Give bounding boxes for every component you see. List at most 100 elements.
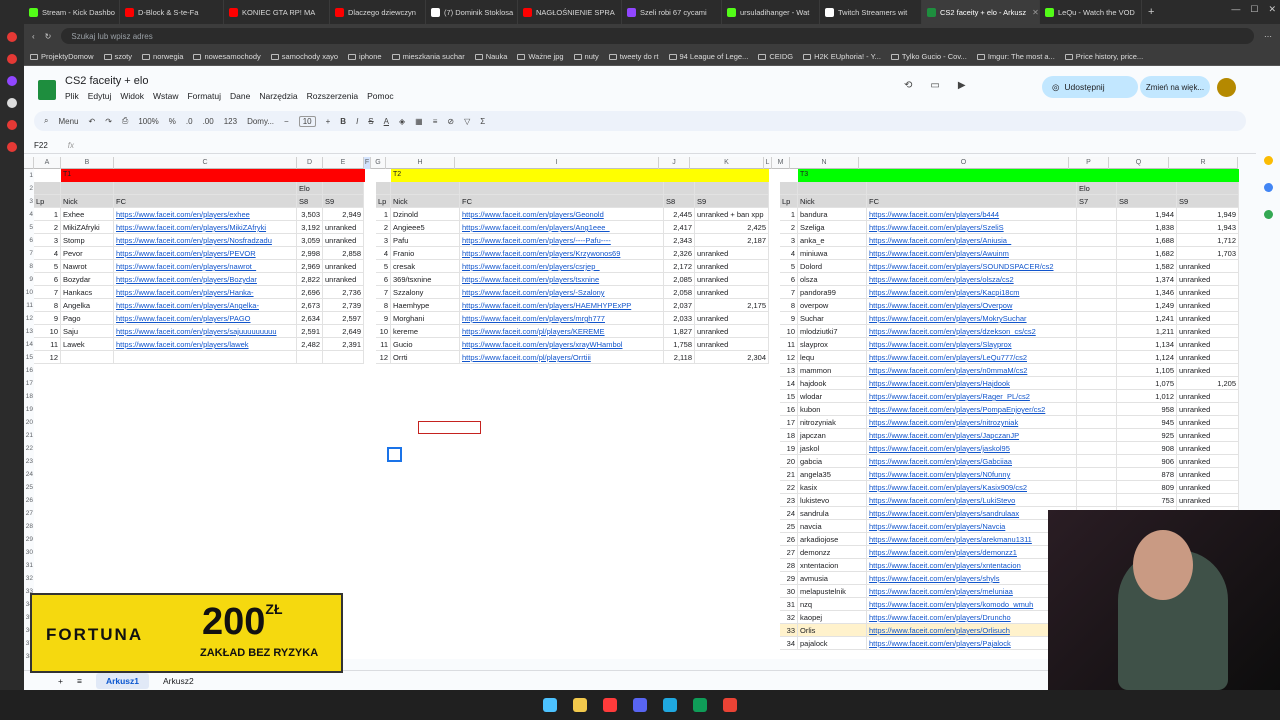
sidebar-app-icon[interactable] — [7, 120, 17, 130]
row-header[interactable]: 24 — [24, 468, 34, 481]
s9-cell[interactable]: 2,304 — [695, 351, 769, 364]
s9-cell[interactable]: 1,949 — [1177, 208, 1239, 221]
column-header[interactable]: M — [772, 157, 790, 169]
header-elo[interactable]: Elo — [297, 182, 323, 195]
browser-tab[interactable]: Twitch Streamers wit — [820, 0, 922, 24]
s8-cell[interactable]: 2,822 — [297, 273, 323, 286]
row-header[interactable]: 10 — [24, 286, 34, 299]
s8-cell[interactable]: 3,503 — [297, 208, 323, 221]
nick-cell[interactable]: kubon — [798, 403, 867, 416]
faceit-link[interactable]: https://www.faceit.com/en/players/PEVOR — [114, 247, 297, 260]
lp-cell[interactable]: 16 — [780, 403, 798, 416]
s7-cell[interactable] — [1077, 325, 1117, 338]
s8-cell[interactable]: 908 — [1117, 442, 1177, 455]
header-s9[interactable]: S9 — [695, 195, 769, 208]
lp-cell[interactable]: 17 — [780, 416, 798, 429]
text-color-button[interactable]: A — [384, 117, 389, 126]
row-header[interactable]: 1 — [24, 169, 34, 182]
row-header[interactable]: 16 — [24, 364, 34, 377]
s8-cell[interactable]: 2,343 — [664, 234, 695, 247]
avatar[interactable] — [1217, 78, 1236, 97]
faceit-link[interactable]: https://www.faceit.com/en/players/nawrot… — [114, 260, 297, 273]
x-icon[interactable] — [7, 98, 17, 108]
column-header[interactable]: K — [690, 157, 764, 169]
s9-cell[interactable]: unranked — [1177, 260, 1239, 273]
header-cell[interactable] — [1177, 182, 1239, 195]
nick-cell[interactable] — [61, 351, 114, 364]
header-cell[interactable] — [460, 182, 664, 195]
lp-cell[interactable]: 11 — [34, 338, 61, 351]
history-icon[interactable]: ⟲ — [904, 80, 912, 91]
s7-cell[interactable] — [1077, 455, 1117, 468]
header-cell[interactable] — [798, 182, 867, 195]
column-header[interactable]: J — [659, 157, 690, 169]
sheet-tab-arkusz2[interactable]: Arkusz2 — [163, 676, 194, 686]
s8-cell[interactable]: 1,688 — [1117, 234, 1177, 247]
maps-icon[interactable] — [1263, 210, 1273, 219]
row-header[interactable]: 32 — [24, 572, 34, 585]
nick-cell[interactable]: nzq — [798, 598, 867, 611]
s8-cell[interactable]: 2,417 — [664, 221, 695, 234]
column-header[interactable]: Q — [1109, 157, 1169, 169]
s9-cell[interactable]: unranked — [695, 312, 769, 325]
filter-icon[interactable]: ▽ — [464, 117, 470, 126]
s9-cell[interactable]: 2,391 — [323, 338, 364, 351]
lp-cell[interactable]: 10 — [780, 325, 798, 338]
header-nick[interactable]: Nick — [391, 195, 460, 208]
s7-cell[interactable] — [1077, 338, 1117, 351]
s7-cell[interactable] — [1077, 299, 1117, 312]
row-header[interactable]: 23 — [24, 455, 34, 468]
faceit-link[interactable]: https://www.faceit.com/en/players/xntent… — [867, 559, 1077, 572]
nick-cell[interactable]: arkadiojose — [798, 533, 867, 546]
menu-item[interactable]: Wstaw — [153, 91, 179, 101]
menu-item[interactable]: Plik — [65, 91, 79, 101]
nick-cell[interactable]: Lawek — [61, 338, 114, 351]
s7-cell[interactable] — [1077, 390, 1117, 403]
faceit-link[interactable]: https://www.faceit.com/en/players/csrjep… — [460, 260, 664, 273]
s8-cell[interactable]: 1,249 — [1117, 299, 1177, 312]
s8-cell[interactable]: 2,118 — [664, 351, 695, 364]
lp-cell[interactable]: 6 — [376, 273, 391, 286]
font-size-input[interactable]: 10 — [298, 115, 316, 127]
s9-cell[interactable]: unranked — [323, 260, 364, 273]
start-icon[interactable] — [543, 698, 557, 712]
nick-cell[interactable]: Orlis — [798, 624, 867, 637]
nick-cell[interactable]: avmusia — [798, 572, 867, 585]
s9-cell[interactable]: unranked — [1177, 429, 1239, 442]
faceit-link[interactable]: https://www.faceit.com/en/players/Kacpi1… — [867, 286, 1077, 299]
lp-cell[interactable]: 23 — [780, 494, 798, 507]
header-cell[interactable] — [695, 182, 769, 195]
browser-tab[interactable]: CS2 faceity + elo - Arkusz ✕ — [922, 0, 1040, 24]
nick-cell[interactable]: angela35 — [798, 468, 867, 481]
bookmark-item[interactable]: tweety do rt — [608, 52, 659, 61]
s8-cell[interactable]: 2,172 — [664, 260, 695, 273]
lp-cell[interactable]: 4 — [376, 247, 391, 260]
row-header[interactable]: 14 — [24, 338, 34, 351]
s8-cell[interactable]: 1,211 — [1117, 325, 1177, 338]
faceit-link[interactable]: https://www.faceit.com/en/players/Hanka- — [114, 286, 297, 299]
files-icon[interactable] — [573, 698, 587, 712]
header-nick[interactable]: Nick — [798, 195, 867, 208]
faceit-link[interactable]: https://www.faceit.com/en/players/Orlisu… — [867, 624, 1077, 637]
s9-cell[interactable]: 2,739 — [323, 299, 364, 312]
column-header[interactable]: P — [1069, 157, 1109, 169]
lp-cell[interactable]: 1 — [780, 208, 798, 221]
lp-cell[interactable]: 27 — [780, 546, 798, 559]
s9-cell[interactable]: unranked + ban xpp — [695, 208, 769, 221]
faceit-link[interactable]: https://www.faceit.com/en/players/shyls — [867, 572, 1077, 585]
link-icon[interactable]: ⊘ — [447, 117, 454, 126]
italic-button[interactable]: I — [356, 117, 358, 126]
lp-cell[interactable]: 7 — [780, 286, 798, 299]
header-fc[interactable]: FC — [114, 195, 297, 208]
bookmark-item[interactable]: Ważne jpg — [517, 52, 564, 61]
nick-cell[interactable]: Morghani — [391, 312, 460, 325]
font-select[interactable]: Domy... — [247, 117, 274, 126]
s7-cell[interactable] — [1077, 377, 1117, 390]
faceit-link[interactable]: https://www.faceit.com/en/players/MikiZA… — [114, 221, 297, 234]
header-s8[interactable]: S8 — [1117, 195, 1177, 208]
header-cell[interactable] — [391, 182, 460, 195]
s8-cell[interactable]: 1,582 — [1117, 260, 1177, 273]
browser-tab[interactable]: (7) Dominik Stoklosa — [426, 0, 518, 24]
s7-cell[interactable] — [1077, 234, 1117, 247]
s9-cell[interactable]: 2,175 — [695, 299, 769, 312]
